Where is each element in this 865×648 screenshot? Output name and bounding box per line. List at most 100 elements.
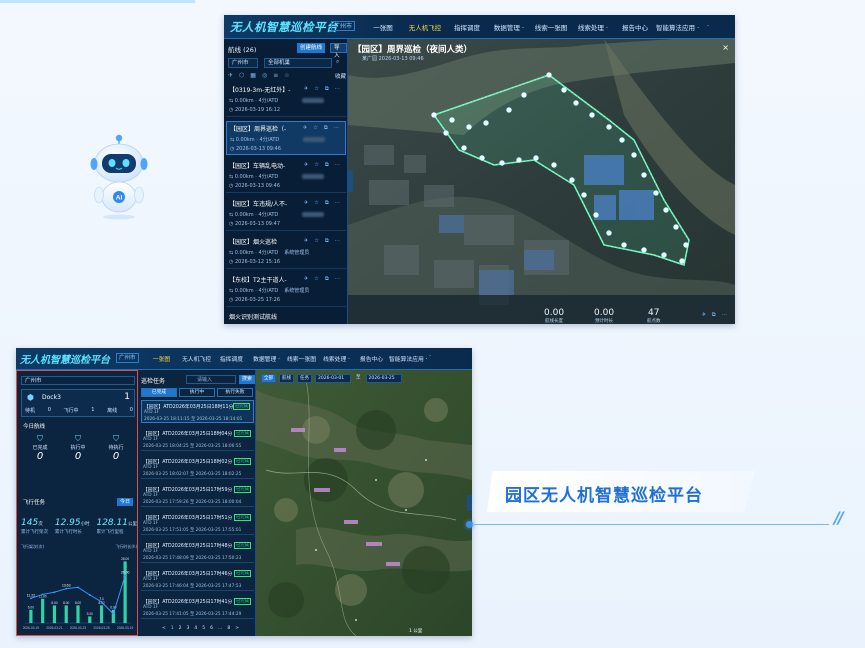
- tab-done[interactable]: 已完成: [141, 388, 177, 397]
- date-end[interactable]: 2026-03-25: [365, 374, 402, 383]
- nav-item-0[interactable]: 一张图: [144, 354, 179, 363]
- chart-point: [29, 597, 32, 600]
- route-item[interactable]: 【园区】车辆乱电动- ✈ ☆ ⧉ ⋯ ⇆ 0.00km · 4分/ATD ◷ 2026…: [226, 159, 346, 193]
- chart-point: [65, 587, 68, 590]
- route-item[interactable]: 【园区】烟火巡检 ✈ ☆ ⧉ ⋯ ⇆ 0.00km · 4分/ATD 系统管理员 ◷ 2…: [226, 235, 346, 269]
- page-5[interactable]: 5: [202, 626, 205, 631]
- play-icon: ⛉: [75, 434, 81, 443]
- route-actions[interactable]: ✈ ☆ ⧉ ⋯: [304, 200, 342, 207]
- nav-item-1[interactable]: 无人机飞控: [404, 22, 446, 32]
- nav-item-6[interactable]: 报告中心: [614, 22, 656, 32]
- task-item[interactable]: 【园区】ATD2026年03月25日18时04分 已完成 ATD 1F 2026-03…: [141, 428, 254, 451]
- favorite-filter[interactable]: 收藏: [335, 72, 346, 80]
- city-switch[interactable]: 广州市: [116, 353, 139, 363]
- page-0[interactable]: <: [162, 626, 166, 631]
- task-item[interactable]: 【园区】ATD2026年03月25日17时48分 已完成 ATD 1F 2026-03…: [141, 540, 254, 563]
- task-item[interactable]: 【园区】ATD2026年03月25日17时46分 已完成 ATD 1F 2026-03…: [141, 568, 254, 591]
- route-item[interactable]: 【东校】T2主干道人- ✈ ☆ ⧉ ⋯ ⇆ 0.00km · 4分/ATD 系统管理员…: [226, 273, 346, 307]
- task-list-title: 巡检任务: [141, 378, 166, 385]
- layers-icon[interactable]: ≡: [273, 72, 278, 80]
- nav-item-5[interactable]: 线索处理 ·: [572, 22, 614, 32]
- clock-icon: ⛉: [113, 434, 119, 443]
- page-6[interactable]: 6: [210, 626, 213, 631]
- nav-item-4[interactable]: 线索一张图: [530, 22, 572, 32]
- dock-icon: ⬢: [27, 393, 34, 402]
- top-nav: 一张图 无人机飞控 指挥调度 数据管理 · 线索一张图 线索处理 · 报告中心 智能算法应用 …: [362, 22, 718, 32]
- route-actions[interactable]: ✈ ☆ ⧉ ⋯: [304, 86, 342, 93]
- import-button[interactable]: 导入: [330, 43, 347, 59]
- route-item[interactable]: 【园区】周界巡检（- ✈ ☆ ⧉ ⋯ ⇆ 0.00km · 4分/ATD ◷ 2026…: [226, 121, 346, 155]
- grid-icon[interactable]: ▦: [250, 72, 256, 80]
- route-actions[interactable]: ✈ ⧉ ⋯: [701, 312, 729, 319]
- nav-item-2[interactable]: 指挥调度: [214, 354, 249, 363]
- route-owner: 系统管理员: [284, 250, 310, 256]
- satellite-map-overview[interactable]: [256, 370, 472, 636]
- task-device: ATD 1F: [143, 465, 159, 470]
- nav-item-1[interactable]: 无人机飞控: [179, 354, 214, 363]
- filter-all[interactable]: 全部: [261, 374, 276, 383]
- nav-item-2[interactable]: 指挥调度: [446, 22, 488, 32]
- route-item-name: 【园区】烟火巡检: [229, 239, 278, 246]
- polygon-icon[interactable]: ⬡: [239, 72, 244, 80]
- target-icon[interactable]: ◎: [262, 72, 267, 80]
- chart-bar-label: 3.00: [87, 612, 93, 616]
- route-type-icons: ✈ ⬡ ▦ ◎ ≡ ☆ 收藏: [228, 72, 346, 80]
- filter-task[interactable]: 任务: [297, 374, 312, 383]
- page-4[interactable]: 4: [194, 626, 197, 631]
- route-stat-length: 0.00 航线长度: [544, 308, 565, 324]
- route-timestamp: 2026-03-12 15:16: [234, 259, 281, 265]
- nav-item-7[interactable]: 智能算法应用 ·: [656, 22, 699, 32]
- page-8[interactable]: 8: [227, 626, 230, 631]
- map-scale: 1 公里: [409, 629, 423, 634]
- dock-card[interactable]: ⬢ Dock3 1 待机 0 飞行中 1 离线 0: [21, 389, 135, 417]
- create-route-button[interactable]: 创建航线: [297, 43, 326, 53]
- nav-item-7[interactable]: 智能算法应用 ·: [389, 354, 427, 363]
- nav-item-3[interactable]: 数据管理 ·: [488, 22, 530, 32]
- page-2[interactable]: 2: [179, 626, 182, 631]
- flight-stats: 145次 累计飞行架次 12.95小时 累计飞行时长 128.11公里 累计飞行里程: [21, 510, 137, 535]
- nav-item-8[interactable]: ·: [424, 354, 436, 363]
- nav-item-3[interactable]: 数据管理 ·: [249, 354, 284, 363]
- task-device: ATD 1F: [143, 549, 159, 554]
- today-toggle-button[interactable]: 今日: [117, 498, 134, 506]
- chart-bar: [29, 609, 33, 623]
- nav-item-5[interactable]: 线索处理 ·: [319, 354, 354, 363]
- task-item[interactable]: 【园区】ATD2026年03月25日17时51分 已完成 ATD 1F 2026-03…: [141, 512, 254, 535]
- plane-icon[interactable]: ✈: [228, 72, 233, 80]
- tab-running[interactable]: 执行中: [179, 388, 215, 397]
- route-actions[interactable]: ✈ ☆ ⧉ ⋯: [304, 276, 342, 283]
- route-actions[interactable]: ✈ ☆ ⧉ ⋯: [304, 162, 342, 169]
- task-search-input[interactable]: 请输入: [186, 375, 236, 384]
- route-item-meta: ⇆ 0.00km · 4分/ATD 系统管理员: [229, 288, 310, 294]
- page-7[interactable]: ...: [218, 626, 222, 631]
- dock-filter[interactable]: 全部机巢: [264, 58, 332, 68]
- task-item[interactable]: 【园区】ATD2026年03月25日17时41分 已完成 ATD 1F 2026-03…: [141, 596, 254, 619]
- search-icon[interactable]: ⌕: [336, 58, 339, 66]
- page-9[interactable]: >: [235, 626, 239, 631]
- task-item[interactable]: 【园区】ATD2026年03月25日18时02分 已完成 ATD 1F 2026-03…: [141, 456, 254, 479]
- route-count-title: 航线 (26): [228, 46, 257, 54]
- page-3[interactable]: 3: [187, 626, 190, 631]
- route-actions[interactable]: ✈ ☆ ⧉ ⋯: [304, 238, 342, 245]
- route-item[interactable]: 【0319-3m-无红外】- ✈ ☆ ⧉ ⋯ ⇆ 0.00km · 4分/ATD ◷ …: [226, 83, 346, 117]
- tab-failed[interactable]: 执行失败: [217, 388, 253, 397]
- filter-route[interactable]: 航线: [279, 374, 294, 383]
- city-filter[interactable]: 广州市: [228, 58, 258, 68]
- city-select[interactable]: 广州市: [21, 376, 135, 385]
- star-filter-icon[interactable]: ☆: [284, 72, 289, 80]
- page-1[interactable]: 1: [171, 626, 174, 631]
- task-search-button[interactable]: 搜索: [239, 375, 255, 384]
- route-actions[interactable]: ✈ ☆ ⧉ ⋯: [303, 125, 341, 132]
- date-separator: 至: [356, 375, 361, 380]
- date-start[interactable]: 2026-03-01: [315, 374, 351, 383]
- route-item-last[interactable]: 烟火识别测试航线: [229, 312, 277, 321]
- route-item[interactable]: 【园区】车违规/人不- ✈ ☆ ⧉ ⋯ ⇆ 0.00km · 4分/ATD ◷ 202…: [226, 197, 346, 231]
- task-item[interactable]: 【园区】ATD2026年03月25日17时59分 已完成 ATD 1F 2026-03…: [141, 484, 254, 507]
- nav-item-4[interactable]: 线索一张图: [284, 354, 319, 363]
- city-switch[interactable]: 广州市: [331, 21, 356, 31]
- nav-item-6[interactable]: 报告中心: [354, 354, 389, 363]
- close-icon[interactable]: ×: [722, 43, 729, 52]
- nav-item-8[interactable]: ·: [698, 22, 718, 32]
- nav-item-0[interactable]: 一张图: [362, 22, 404, 32]
- task-item[interactable]: 【园区】ATD2026年03月25日18时11分 已完成 ATD 1F 2026-03…: [141, 400, 254, 423]
